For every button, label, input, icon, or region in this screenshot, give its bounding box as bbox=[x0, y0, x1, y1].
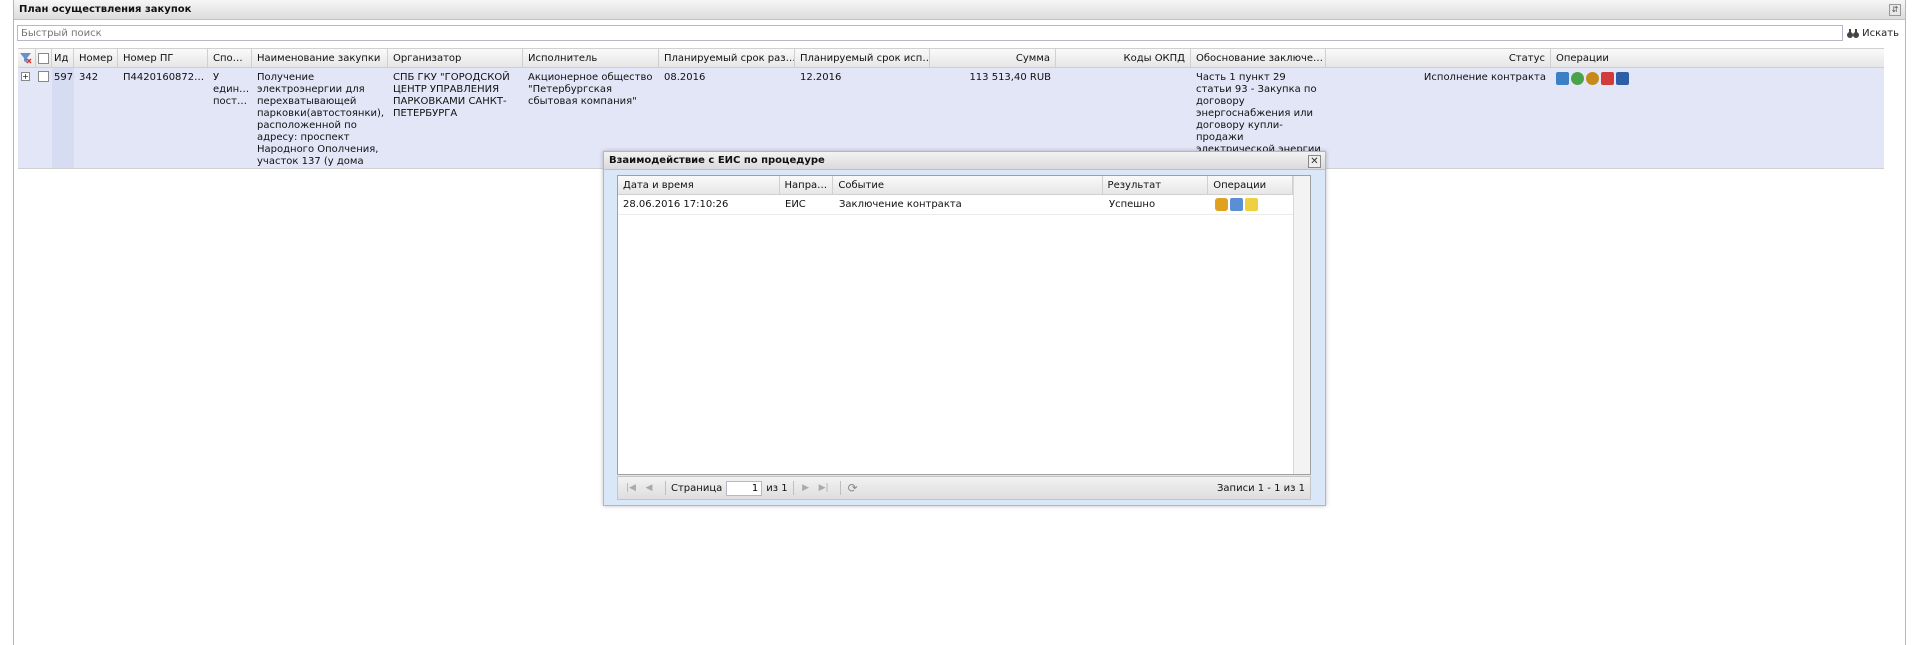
dialog-column-datetime[interactable]: Дата и время bbox=[618, 176, 780, 194]
quick-search-input[interactable] bbox=[17, 25, 1843, 41]
pager-page-input[interactable] bbox=[726, 480, 763, 496]
pager-separator bbox=[792, 481, 794, 495]
column-header-method[interactable]: Спо… bbox=[208, 49, 252, 67]
dialog-pager: |◀ ◀ Страница из 1 ▶ ▶| ⟳ Записи 1 - 1 и… bbox=[617, 476, 1311, 500]
cell-number: 342 bbox=[79, 72, 99, 83]
column-header-executor[interactable]: Исполнитель bbox=[523, 49, 659, 67]
dialog-table-row[interactable]: 28.06.2016 17:10:26 ЕИС Заключение контр… bbox=[618, 195, 1295, 215]
column-filter-clear[interactable] bbox=[18, 49, 36, 67]
chart-icon[interactable] bbox=[1556, 72, 1569, 85]
dialog-column-operations[interactable]: Операции bbox=[1208, 176, 1293, 194]
refresh-icon[interactable] bbox=[1571, 72, 1584, 85]
dialog-cell-operations bbox=[1210, 195, 1295, 214]
pdf-icon[interactable] bbox=[1601, 72, 1614, 85]
column-header-plan-start[interactable]: Планируемый срок раз… bbox=[659, 49, 795, 67]
document-icon[interactable] bbox=[1230, 198, 1243, 211]
refresh-icon[interactable]: ⟳ bbox=[846, 481, 860, 495]
pager-page-label: Страница bbox=[671, 482, 723, 494]
package-icon[interactable] bbox=[1215, 198, 1228, 211]
binoculars-icon bbox=[1847, 28, 1860, 38]
cell-name: Получение электроэнергии для перехватыва… bbox=[257, 72, 385, 167]
cell-id: 597 bbox=[52, 68, 74, 168]
column-header-number[interactable]: Номер bbox=[74, 49, 118, 67]
barcode-icon[interactable] bbox=[1616, 72, 1629, 85]
next-page-icon[interactable]: ▶ bbox=[799, 481, 813, 495]
collapse-tool-icon[interactable]: ⇵ bbox=[1889, 4, 1901, 16]
pager-of-label: из 1 bbox=[766, 482, 788, 494]
cell-operations bbox=[1551, 68, 1884, 168]
first-page-icon[interactable]: |◀ bbox=[624, 481, 638, 495]
search-button[interactable]: Искать bbox=[1847, 25, 1899, 41]
column-header-number-pg[interactable]: Номер ПГ bbox=[118, 49, 208, 67]
column-header-okpd[interactable]: Коды ОКПД bbox=[1056, 49, 1191, 67]
cell-method: У един… пост… bbox=[213, 72, 250, 107]
last-page-icon[interactable]: ▶| bbox=[817, 481, 831, 495]
dialog-column-event[interactable]: Событие bbox=[833, 176, 1103, 194]
column-header-organizer[interactable]: Организатор bbox=[388, 49, 523, 67]
emblem-icon[interactable] bbox=[1586, 72, 1599, 85]
column-header-plan-exec[interactable]: Планируемый срок исп… bbox=[795, 49, 930, 67]
note-icon[interactable] bbox=[1245, 198, 1258, 211]
expand-plus-icon[interactable]: + bbox=[21, 72, 30, 81]
dialog-grid: Дата и время Напра… Событие Результат Оп… bbox=[617, 175, 1311, 475]
column-header-operations[interactable]: Операции bbox=[1551, 49, 1884, 67]
cell-number-pg: П4420160872… bbox=[123, 72, 205, 83]
panel-header: План осуществления закупок bbox=[14, 0, 1905, 20]
column-header-name[interactable]: Наименование закупки bbox=[252, 49, 388, 67]
dialog-header: Взаимодействие с ЕИС по процедуре bbox=[604, 152, 1325, 170]
dialog-grid-header: Дата и время Напра… Событие Результат Оп… bbox=[618, 176, 1293, 195]
dialog-cell-event: Заключение контракта bbox=[839, 199, 962, 210]
row-checkbox-cell[interactable] bbox=[36, 68, 52, 168]
pager-records-info: Записи 1 - 1 из 1 bbox=[1217, 482, 1305, 494]
pager-separator bbox=[839, 481, 841, 495]
filter-clear-icon bbox=[20, 52, 32, 64]
dialog-title: Взаимодействие с ЕИС по процедуре bbox=[609, 155, 825, 166]
eis-interaction-dialog: Взаимодействие с ЕИС по процедуре ✕ Дата… bbox=[603, 151, 1326, 506]
pager-separator bbox=[665, 481, 666, 495]
column-header-basis[interactable]: Обоснование заключе… bbox=[1191, 49, 1326, 67]
column-header-id[interactable]: Ид bbox=[52, 49, 74, 67]
dialog-column-result[interactable]: Результат bbox=[1103, 176, 1209, 194]
column-select-all[interactable] bbox=[36, 49, 52, 67]
row-checkbox[interactable] bbox=[38, 71, 49, 82]
search-bar: Искать bbox=[14, 22, 1905, 44]
column-header-sum[interactable]: Сумма bbox=[930, 49, 1056, 67]
panel-title: План осуществления закупок bbox=[19, 4, 192, 15]
grid-header: Ид Номер Номер ПГ Спо… Наименование заку… bbox=[18, 48, 1884, 68]
column-header-status[interactable]: Статус bbox=[1326, 49, 1551, 67]
dialog-column-direction[interactable]: Напра… bbox=[780, 176, 834, 194]
dialog-cell-datetime: 28.06.2016 17:10:26 bbox=[623, 199, 729, 210]
cell-organizer: СПБ ГКУ "ГОРОДСКОЙ ЦЕНТР УПРАВЛЕНИЯ ПАРК… bbox=[393, 72, 510, 119]
row-expander-cell[interactable]: + bbox=[18, 68, 36, 168]
search-button-label: Искать bbox=[1862, 27, 1899, 39]
dialog-cell-direction: ЕИС bbox=[785, 199, 806, 210]
close-icon[interactable]: ✕ bbox=[1308, 155, 1321, 168]
prev-page-icon[interactable]: ◀ bbox=[642, 481, 656, 495]
select-all-checkbox[interactable] bbox=[38, 52, 49, 64]
cell-status: Исполнение контракта bbox=[1423, 72, 1546, 83]
dialog-scrollbar[interactable] bbox=[1293, 176, 1310, 474]
dialog-cell-result: Успешно bbox=[1109, 199, 1156, 210]
